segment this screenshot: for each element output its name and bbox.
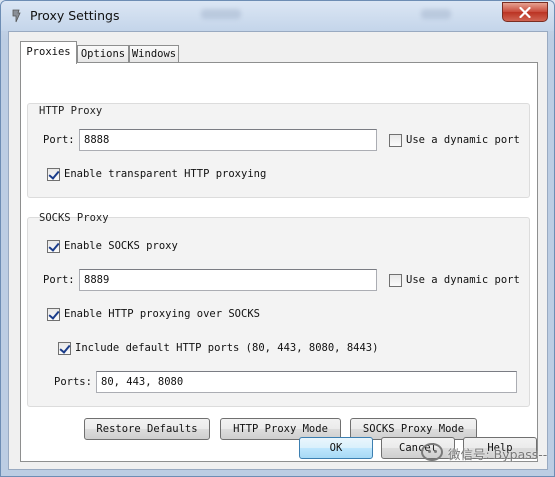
http-port-label: Port: xyxy=(43,134,75,146)
http-proxy-group-title: HTTP Proxy xyxy=(39,105,103,117)
socks-proxy-group-title: SOCKS Proxy xyxy=(39,212,109,224)
watermark-text: 微信号: Bypass-- xyxy=(448,447,548,462)
tab-proxies[interactable]: Proxies xyxy=(20,41,77,64)
http-over-socks-label: Enable HTTP proxying over SOCKS xyxy=(64,308,260,320)
http-port-input[interactable]: 8888 xyxy=(79,129,377,151)
window-title: Proxy Settings xyxy=(30,8,120,23)
ports-label: Ports: xyxy=(54,376,92,388)
http-over-socks-checkbox[interactable] xyxy=(47,308,60,321)
title-bar[interactable]: Proxy Settings xyxy=(1,1,554,31)
proxies-tab-panel: HTTP Proxy Port: 8888 Use a dynamic port… xyxy=(20,62,538,462)
transparent-proxying-checkbox[interactable] xyxy=(47,168,60,181)
ok-button[interactable]: OK xyxy=(299,437,373,459)
blurred-background-text xyxy=(201,9,241,19)
dialog-client-area: Proxies Options Windows HTTP Proxy Port:… xyxy=(8,31,548,470)
http-dynamic-port-checkbox[interactable] xyxy=(389,134,402,147)
include-default-ports-label: Include default HTTP ports (80, 443, 808… xyxy=(75,342,379,354)
proxy-settings-window: Proxy Settings Proxies Options Windows H… xyxy=(0,0,555,477)
socks-port-label: Port: xyxy=(43,274,75,286)
blurred-background-text xyxy=(421,9,451,19)
socks-dynamic-port-label: Use a dynamic port xyxy=(406,274,520,286)
close-button[interactable] xyxy=(502,2,548,22)
transparent-proxying-label: Enable transparent HTTP proxying xyxy=(64,168,267,180)
restore-defaults-button[interactable]: Restore Defaults xyxy=(84,418,210,440)
app-icon xyxy=(9,9,23,23)
close-icon xyxy=(519,7,531,18)
socks-port-input[interactable]: 8889 xyxy=(79,269,377,291)
ports-input[interactable]: 80, 443, 8080 xyxy=(96,371,517,393)
include-default-ports-checkbox[interactable] xyxy=(58,342,71,355)
enable-socks-checkbox[interactable] xyxy=(47,240,60,253)
wechat-icon xyxy=(421,443,443,461)
enable-socks-label: Enable SOCKS proxy xyxy=(64,240,178,252)
socks-dynamic-port-checkbox[interactable] xyxy=(389,274,402,287)
http-dynamic-port-label: Use a dynamic port xyxy=(406,134,520,146)
watermark-overlay: 微信号: Bypass-- xyxy=(418,440,553,470)
